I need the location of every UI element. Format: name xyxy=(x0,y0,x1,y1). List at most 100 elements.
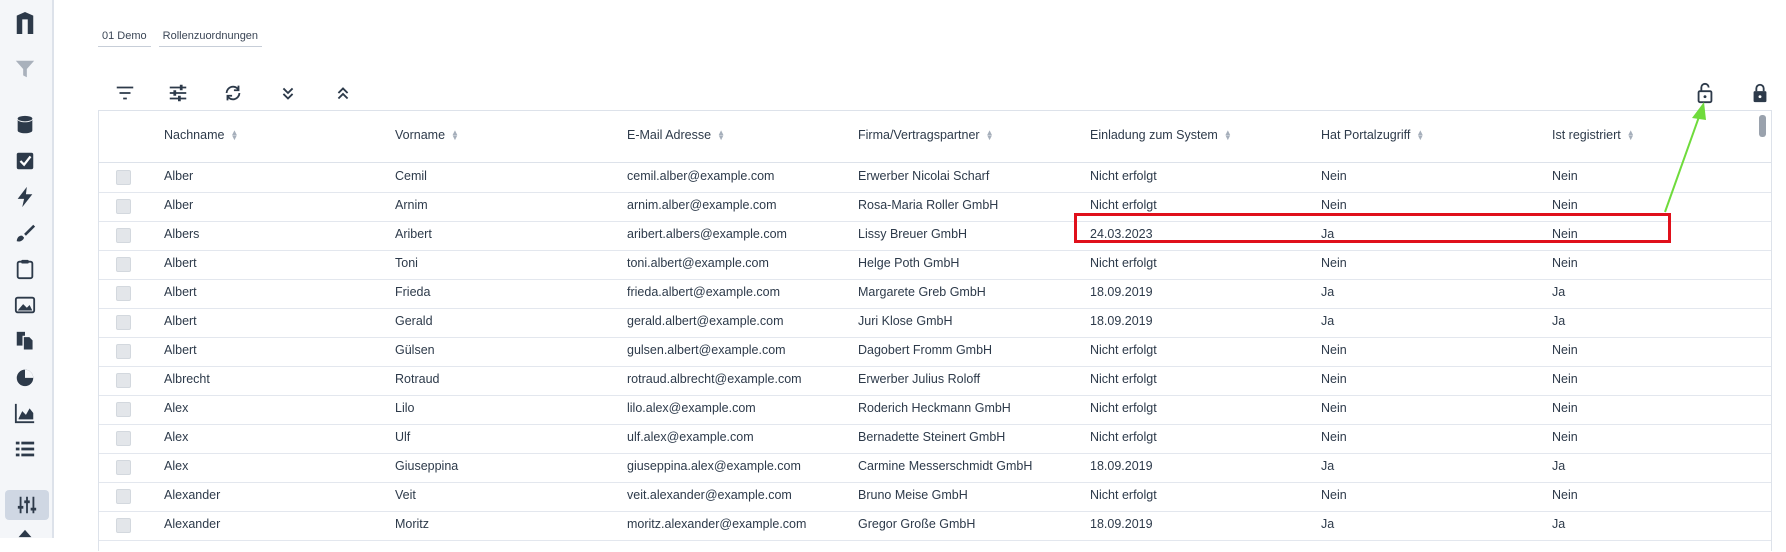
scrollbar[interactable] xyxy=(1759,115,1766,137)
cell-firma: Erwerber Nicolai Scharf xyxy=(858,169,990,183)
row-checkbox[interactable] xyxy=(116,170,131,185)
cell-firma: Erwerber Julius Roloff xyxy=(858,372,981,386)
column-header-einladung[interactable]: Einladung zum System ▲ ▼ xyxy=(1090,128,1232,142)
sort-icon[interactable]: ▲ ▼ xyxy=(986,129,994,142)
column-header-label: Hat Portalzugriff xyxy=(1321,128,1411,142)
table-row[interactable]: Alex Ulf ulf.alex@example.com Bernadette St… xyxy=(99,424,1771,454)
column-header-label: Ist registriert xyxy=(1552,128,1621,142)
database-icon[interactable] xyxy=(10,112,40,138)
table-row[interactable]: Alex Lilo lilo.alex@example.com Roderich He… xyxy=(99,395,1771,425)
row-checkbox[interactable] xyxy=(116,373,131,388)
column-header-registriert[interactable]: Ist registriert ▲ ▼ xyxy=(1552,128,1635,142)
clipboard-icon[interactable] xyxy=(10,256,40,282)
filter-lines-icon[interactable] xyxy=(110,78,140,108)
cell-einladung: Nicht erfolgt xyxy=(1090,256,1157,270)
cell-registriert: Ja xyxy=(1552,459,1566,473)
cell-registriert: Nein xyxy=(1552,227,1578,241)
documents-icon[interactable] xyxy=(10,328,40,354)
table-row[interactable]: Alber Cemil cemil.alber@example.com Erwerbe… xyxy=(99,163,1771,193)
table-row[interactable]: Albers Aribert aribert.albers@example.com L… xyxy=(99,221,1771,251)
column-header-nachname[interactable]: Nachname ▲ ▼ xyxy=(164,128,238,142)
sliders-icon[interactable] xyxy=(163,78,193,108)
column-header-email[interactable]: E-Mail Adresse ▲ ▼ xyxy=(627,128,725,142)
filter-icon[interactable] xyxy=(10,56,40,82)
row-checkbox[interactable] xyxy=(116,460,131,475)
collapse-all-icon[interactable] xyxy=(328,78,358,108)
column-header-portalzugriff[interactable]: Hat Portalzugriff ▲ ▼ xyxy=(1321,128,1424,142)
cell-einladung: Nicht erfolgt xyxy=(1090,401,1157,415)
sort-icon[interactable]: ▲ ▼ xyxy=(1224,129,1232,142)
cell-email: ulf.alex@example.com xyxy=(627,430,754,444)
arrow-up-icon[interactable] xyxy=(10,526,40,552)
lightning-icon[interactable] xyxy=(10,184,40,210)
table-row[interactable]: Alexander Veit veit.alexander@example.com B… xyxy=(99,482,1771,512)
table-row[interactable]: Albert Gerald gerald.albert@example.com Jur… xyxy=(99,308,1771,338)
table-row[interactable]: Alex Giuseppina giuseppina.alex@example.co… xyxy=(99,453,1771,483)
cell-einladung: Nicht erfolgt xyxy=(1090,343,1157,357)
sort-icon[interactable]: ▲ ▼ xyxy=(717,129,725,142)
row-checkbox[interactable] xyxy=(116,431,131,446)
column-header-firma[interactable]: Firma/Vertragspartner ▲ ▼ xyxy=(858,128,994,142)
cell-vorname: Giuseppina xyxy=(395,459,459,473)
row-checkbox[interactable] xyxy=(116,228,131,243)
cell-registriert: Nein xyxy=(1552,343,1578,357)
column-header-vorname[interactable]: Vorname ▲ ▼ xyxy=(395,128,459,142)
cell-firma: Helge Poth GmbH xyxy=(858,256,960,270)
cell-firma: Juri Klose GmbH xyxy=(858,314,953,328)
column-header-label: Einladung zum System xyxy=(1090,128,1218,142)
row-checkbox[interactable] xyxy=(116,257,131,272)
pie-chart-icon[interactable] xyxy=(10,364,40,390)
breadcrumb-item[interactable]: 01 Demo xyxy=(98,28,151,47)
checkbox-icon[interactable] xyxy=(10,148,40,174)
sliders-icon[interactable] xyxy=(5,490,49,520)
sort-icon[interactable]: ▲ ▼ xyxy=(1627,129,1635,142)
breadcrumb-item[interactable]: Rollenzuordnungen xyxy=(158,28,263,47)
sort-icon[interactable]: ▲ ▼ xyxy=(1416,129,1424,142)
brush-icon[interactable] xyxy=(10,220,40,246)
lock-closed-icon[interactable] xyxy=(1745,78,1775,108)
cell-vorname: Rotraud xyxy=(395,372,440,386)
cell-registriert: Ja xyxy=(1552,314,1566,328)
list-icon[interactable] xyxy=(10,436,40,462)
sort-icon[interactable]: ▲ ▼ xyxy=(230,129,238,142)
image-icon[interactable] xyxy=(10,292,40,318)
lock-open-icon[interactable] xyxy=(1690,78,1720,108)
sort-icon[interactable]: ▲ ▼ xyxy=(451,129,459,142)
cell-registriert: Nein xyxy=(1552,372,1578,386)
row-checkbox[interactable] xyxy=(116,286,131,301)
logo-icon[interactable] xyxy=(10,10,40,36)
row-checkbox[interactable] xyxy=(116,489,131,504)
area-chart-icon[interactable] xyxy=(10,400,40,426)
sidebar xyxy=(0,0,54,538)
column-header-label: Vorname xyxy=(395,128,446,142)
cell-vorname: Frieda xyxy=(395,285,431,299)
cell-registriert: Nein xyxy=(1552,401,1578,415)
cell-vorname: Cemil xyxy=(395,169,427,183)
refresh-icon[interactable] xyxy=(218,78,248,108)
row-checkbox[interactable] xyxy=(116,518,131,533)
cell-registriert: Nein xyxy=(1552,198,1578,212)
cell-nachname: Albert xyxy=(164,314,197,328)
expand-all-icon[interactable] xyxy=(273,78,303,108)
table-row[interactable]: Alexander Moritz moritz.alexander@example.… xyxy=(99,511,1771,541)
row-checkbox[interactable] xyxy=(116,315,131,330)
cell-firma: Rosa-Maria Roller GmbH xyxy=(858,198,999,212)
cell-portalzugriff: Ja xyxy=(1321,517,1335,531)
table-row[interactable]: Albert Gülsen gulsen.albert@example.com Dag… xyxy=(99,337,1771,367)
row-checkbox[interactable] xyxy=(116,199,131,214)
cell-nachname: Albrecht xyxy=(164,372,210,386)
cell-einladung: 18.09.2019 xyxy=(1090,285,1153,299)
table-row[interactable]: Alber Arnim arnim.alber@example.com Rosa-Ma… xyxy=(99,192,1771,222)
table-row[interactable]: Albert Toni toni.albert@example.com Helge P… xyxy=(99,250,1771,280)
cell-email: frieda.albert@example.com xyxy=(627,285,781,299)
row-checkbox[interactable] xyxy=(116,344,131,359)
cell-registriert: Nein xyxy=(1552,430,1578,444)
cell-nachname: Alexander xyxy=(164,517,221,531)
cell-email: gulsen.albert@example.com xyxy=(627,343,786,357)
cell-firma: Gregor Große GmbH xyxy=(858,517,976,531)
row-checkbox[interactable] xyxy=(116,402,131,417)
toolbar xyxy=(110,78,1786,108)
table-row[interactable]: Albrecht Rotraud rotraud.albrecht@example.… xyxy=(99,366,1771,396)
table-row[interactable]: Albert Frieda frieda.albert@example.com Mar… xyxy=(99,279,1771,309)
data-grid: Nachname ▲ ▼ Vorname ▲ ▼ E-Mail Adresse ▲ ▼ Fi… xyxy=(98,110,1772,551)
